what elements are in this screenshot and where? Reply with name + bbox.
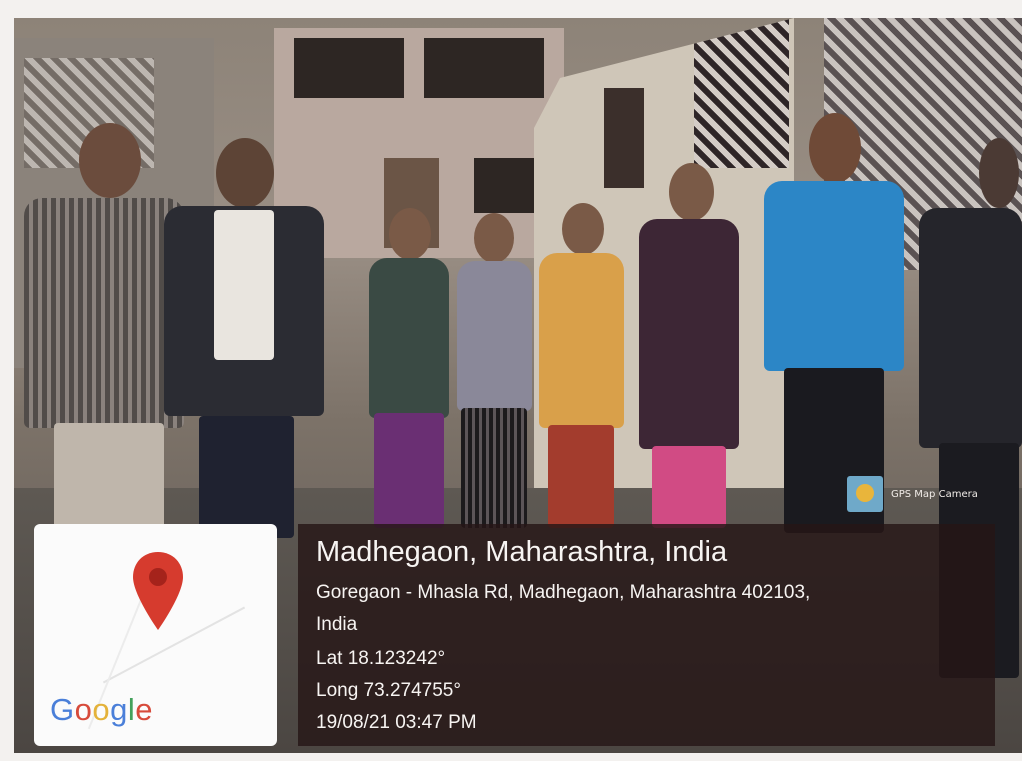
torso: [919, 208, 1022, 448]
person-man-blue-shirt: [759, 113, 909, 533]
person-girl-2: [449, 213, 539, 528]
head: [216, 138, 274, 208]
address-line-1: Goregaon - Mhasla Rd, Madhegaon, Maharas…: [316, 582, 811, 603]
torso: [369, 258, 449, 418]
torso: [764, 181, 904, 371]
person-girl-orange: [534, 203, 629, 528]
timestamp: 19/08/21 03:47 PM: [316, 712, 477, 733]
location-pin-icon: [133, 552, 183, 630]
window: [294, 38, 404, 98]
head: [389, 208, 431, 260]
torso: [639, 219, 739, 449]
legs: [548, 425, 614, 528]
head: [562, 203, 604, 255]
torso: [457, 261, 532, 411]
longitude: Long 73.274755°: [316, 680, 461, 701]
head: [669, 163, 714, 221]
photo-frame: GPS Map Camera Google Madhegaon, Maharas…: [0, 0, 1022, 761]
gps-camera-app-icon: [847, 476, 883, 512]
torso: [24, 198, 184, 428]
google-logo: Google: [50, 692, 154, 727]
person-girl-dark-dress: [634, 163, 744, 528]
person-man-jacket: [164, 138, 324, 538]
legs: [652, 446, 726, 528]
gps-camera-label: GPS Map Camera: [891, 488, 978, 500]
legs: [374, 413, 444, 528]
map-thumbnail: Google: [34, 524, 277, 746]
address-line-2: India: [316, 614, 358, 635]
location-info-panel: Madhegaon, Maharashtra, India Goregaon -…: [298, 524, 995, 746]
torso: [539, 253, 624, 428]
latitude: Lat 18.123242°: [316, 648, 446, 669]
head: [79, 123, 141, 198]
window: [424, 38, 544, 98]
person-man-checked-shirt: [24, 123, 184, 543]
person-girl-1: [364, 208, 454, 528]
location-city: Madhegaon, Maharashtra, India: [316, 536, 728, 568]
head: [809, 113, 861, 183]
gps-camera-badge: GPS Map Camera: [847, 476, 978, 512]
head: [979, 138, 1019, 208]
head: [474, 213, 514, 263]
legs: [461, 408, 527, 528]
legs: [199, 416, 294, 538]
white-shirt: [214, 210, 274, 360]
